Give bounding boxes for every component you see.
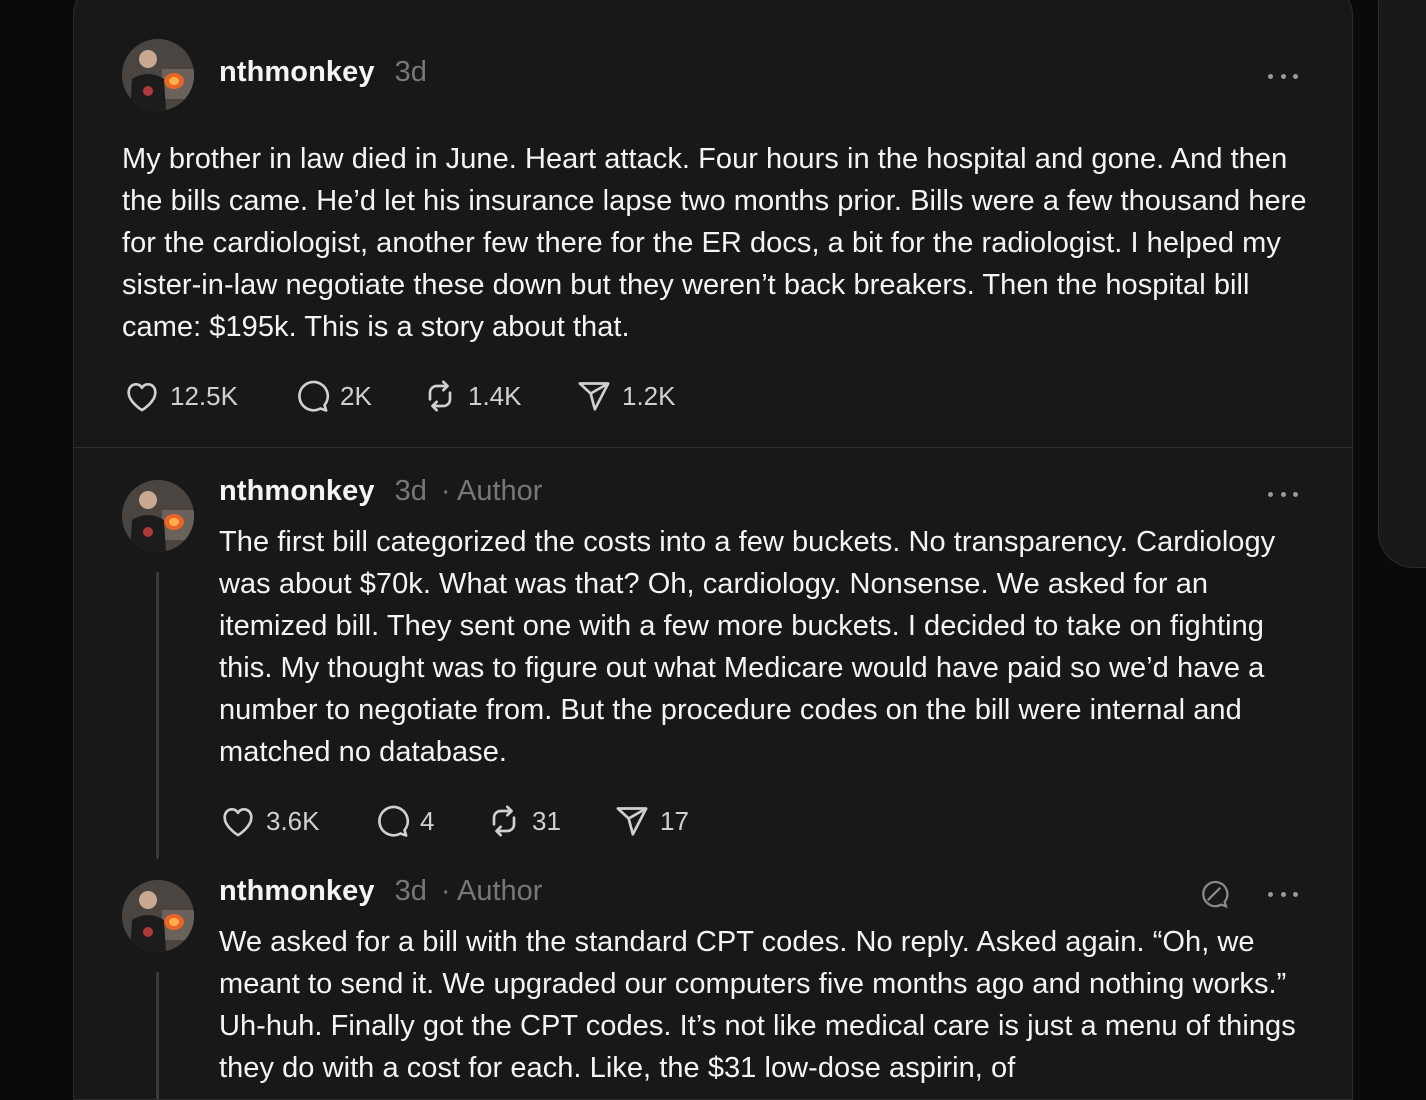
thread-feed: nthmonkey 3d My brother in law died in J… xyxy=(73,0,1353,1100)
post-header: nthmonkey 3d · Author xyxy=(219,475,542,508)
username[interactable]: nthmonkey xyxy=(219,475,375,508)
more-icon[interactable] xyxy=(1268,890,1298,898)
thread-line xyxy=(156,972,159,1099)
side-panel xyxy=(1378,0,1426,568)
comment-icon xyxy=(298,380,330,412)
reply-button[interactable]: 2K xyxy=(292,376,420,416)
comment-icon xyxy=(378,805,410,837)
reply-count: 4 xyxy=(420,805,435,836)
username[interactable]: nthmonkey xyxy=(219,875,375,908)
heart-icon xyxy=(223,808,253,837)
timestamp: 3d xyxy=(394,56,427,88)
reply-button[interactable]: 4 xyxy=(372,801,484,841)
share-icon xyxy=(616,807,648,836)
post-header: nthmonkey 3d xyxy=(219,56,427,89)
share-button[interactable]: 1.2K xyxy=(574,376,676,416)
share-button[interactable]: 17 xyxy=(612,801,689,841)
repost-count: 1.4K xyxy=(468,380,522,411)
post-text: The first bill categorized the costs int… xyxy=(219,526,1276,768)
divider xyxy=(74,447,1352,448)
post-header: nthmonkey 3d · Author xyxy=(219,875,542,908)
post-text: My brother in law died in June. Heart at… xyxy=(122,143,1307,343)
like-button[interactable]: 3.6K xyxy=(218,801,372,841)
repost-button[interactable]: 31 xyxy=(484,801,612,841)
post-text: We asked for a bill with the standard CP… xyxy=(219,926,1296,1084)
username[interactable]: nthmonkey xyxy=(219,56,375,89)
post-actions: 12.5K 2K 1.4K 1.2K xyxy=(122,376,676,416)
avatar[interactable] xyxy=(122,480,194,552)
author-tag: · Author xyxy=(440,475,543,507)
like-button[interactable]: 12.5K xyxy=(122,376,292,416)
avatar[interactable] xyxy=(122,39,194,111)
reply-count: 2K xyxy=(340,380,372,411)
repost-button[interactable]: 1.4K xyxy=(420,376,574,416)
share-count: 17 xyxy=(660,805,689,836)
share-count: 1.2K xyxy=(622,380,676,411)
more-icon[interactable] xyxy=(1268,72,1298,80)
more-icon[interactable] xyxy=(1268,490,1298,498)
heart-icon xyxy=(127,383,157,412)
avatar[interactable] xyxy=(122,880,194,952)
post-actions: 3.6K 4 31 17 xyxy=(218,801,689,841)
repost-icon xyxy=(492,805,516,837)
repost-count: 31 xyxy=(532,805,561,836)
repost-icon xyxy=(428,380,452,412)
timestamp: 3d xyxy=(394,475,427,507)
share-icon xyxy=(578,382,610,411)
mute-icon[interactable] xyxy=(1197,877,1231,911)
like-count: 3.6K xyxy=(266,805,320,836)
timestamp: 3d xyxy=(394,875,427,907)
thread-line xyxy=(156,572,159,859)
like-count: 12.5K xyxy=(170,380,238,411)
author-tag: · Author xyxy=(440,875,543,907)
